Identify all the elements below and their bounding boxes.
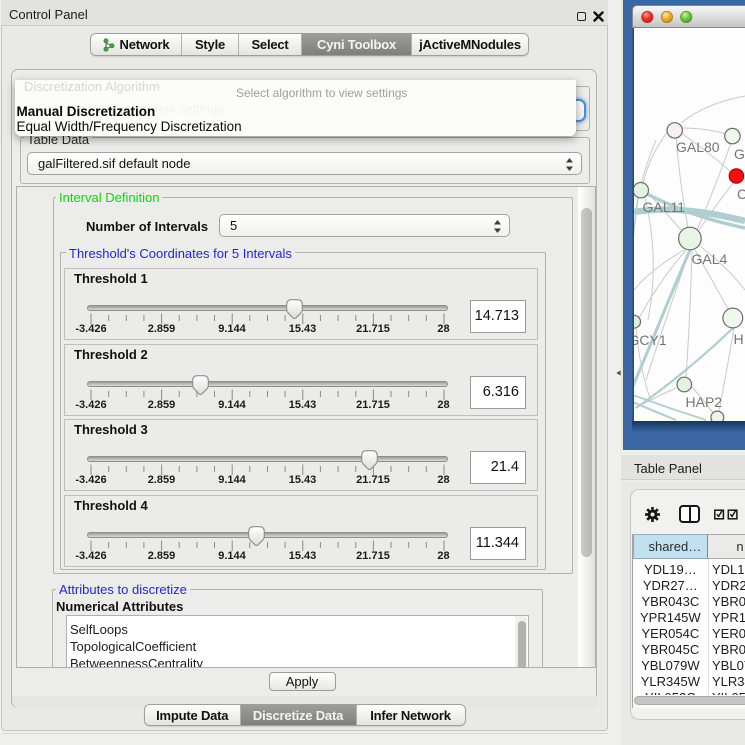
svg-text:GAL4: GAL4 xyxy=(692,251,728,267)
svg-text:HAP2: HAP2 xyxy=(686,394,723,410)
svg-text:H: H xyxy=(734,331,744,347)
svg-text:C: C xyxy=(737,186,745,202)
svg-text:GAL11: GAL11 xyxy=(643,199,686,215)
svg-text:GA: GA xyxy=(734,146,745,162)
svg-text:GCY1: GCY1 xyxy=(634,332,667,348)
svg-text:GAL80: GAL80 xyxy=(676,139,720,155)
